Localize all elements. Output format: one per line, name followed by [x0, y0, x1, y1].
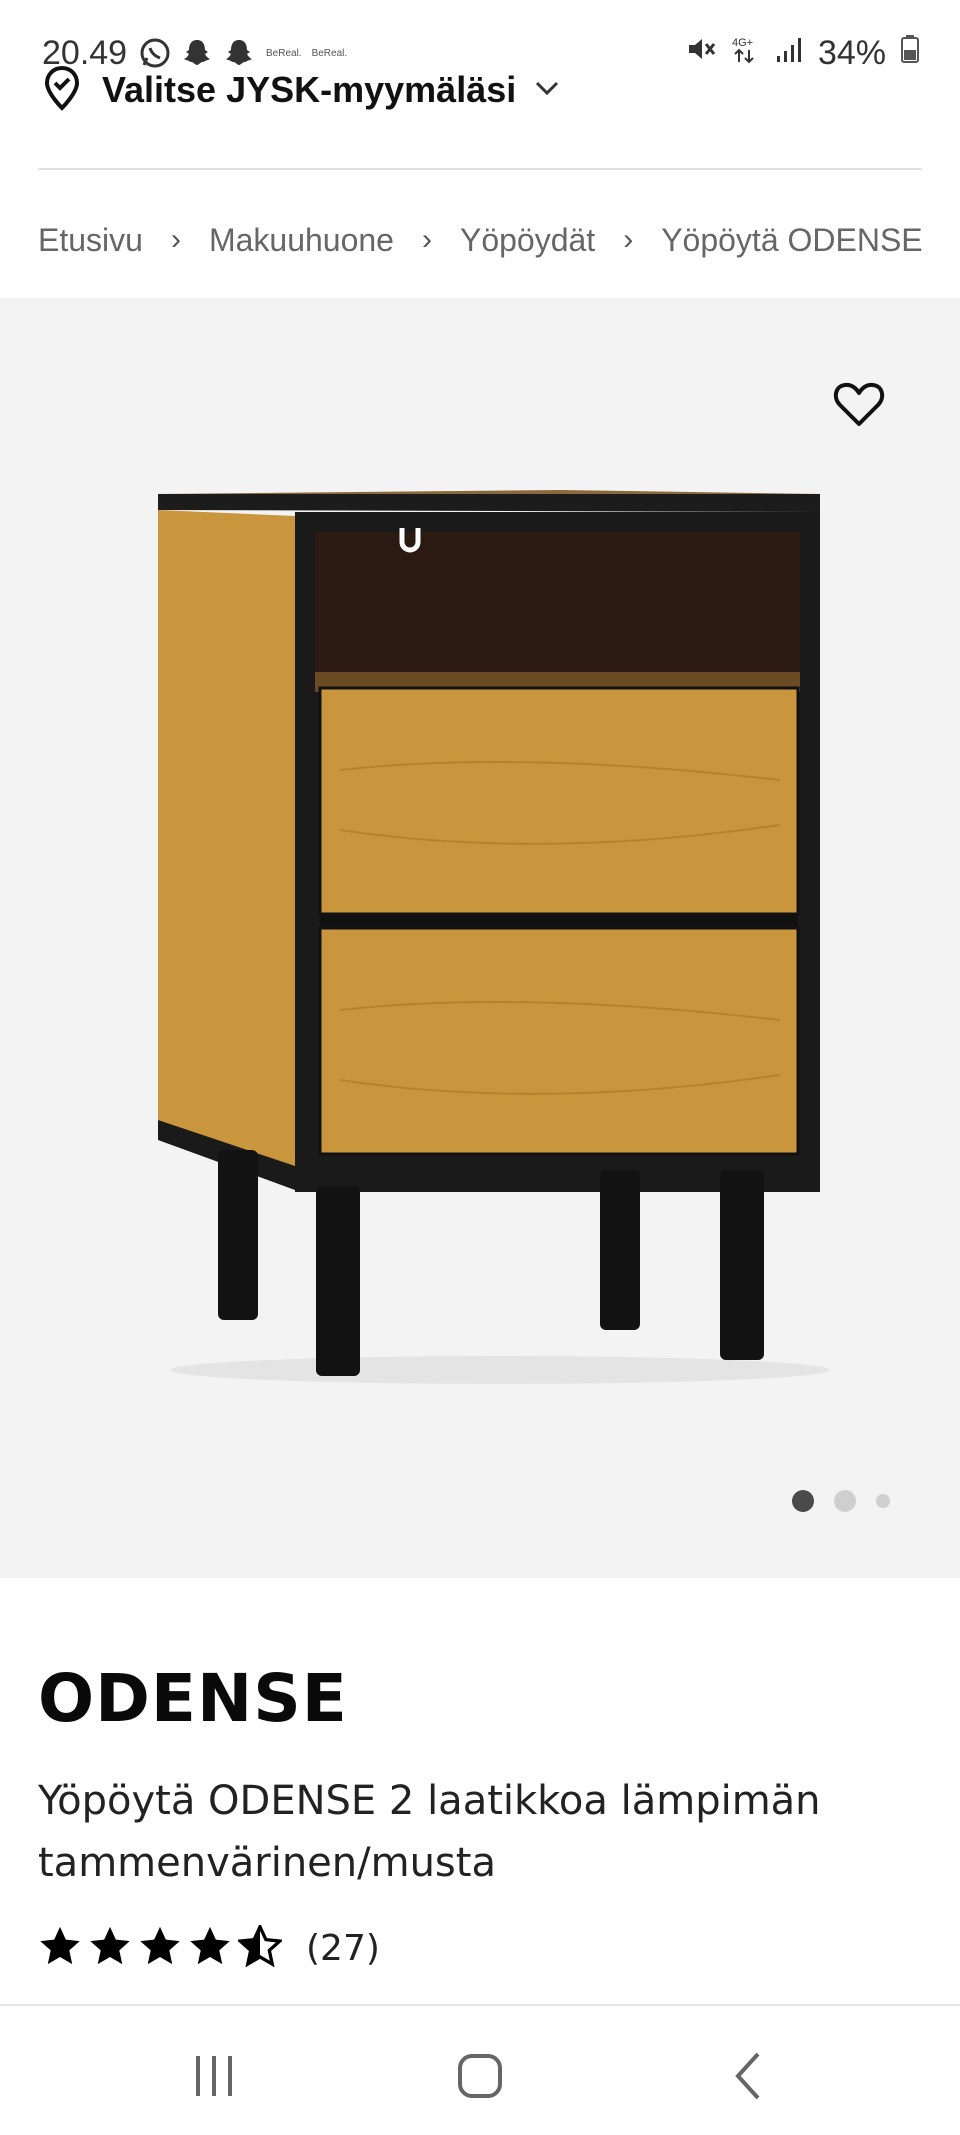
bereal-label: BeReal.	[311, 47, 348, 59]
battery-icon	[900, 34, 920, 73]
breadcrumb-link[interactable]: Etusivu	[38, 222, 143, 259]
chevron-right-icon: ›	[421, 223, 432, 256]
system-icons: 4G+ 34%	[686, 34, 920, 73]
home-icon[interactable]	[450, 2046, 510, 2106]
battery-percent: 34%	[817, 34, 886, 72]
svg-text:4G+: 4G+	[732, 37, 753, 49]
recent-apps-icon[interactable]	[184, 2046, 244, 2106]
store-label: Valitse JYSK-myymäläsi	[102, 69, 517, 110]
pagination-dot-active[interactable]	[792, 1490, 814, 1512]
star-half-icon	[236, 1922, 284, 1971]
signal-icon	[774, 34, 804, 73]
product-rating[interactable]: (27)	[38, 1922, 380, 1971]
system-navigation-bar	[0, 2004, 960, 2135]
review-count[interactable]: (27)	[306, 1928, 380, 1969]
location-pin-icon	[40, 64, 84, 116]
star-full-icon	[188, 1925, 232, 1971]
star-full-icon	[138, 1925, 182, 1971]
chevron-right-icon: ›	[623, 223, 634, 256]
divider	[38, 168, 922, 170]
star-full-icon	[38, 1925, 82, 1971]
back-icon[interactable]	[720, 2046, 780, 2106]
product-title: ODENSE	[38, 1660, 348, 1737]
product-image	[120, 470, 840, 1390]
network-4g-icon: 4G+	[730, 34, 760, 73]
pagination-dot[interactable]	[876, 1494, 890, 1508]
wishlist-heart-icon[interactable]	[832, 380, 886, 428]
breadcrumb-current[interactable]: Yöpöytä ODENSE	[661, 222, 922, 259]
chevron-right-icon: ›	[170, 223, 181, 256]
store-selector[interactable]: Valitse JYSK-myymäläsi	[40, 60, 560, 120]
pagination-dot[interactable]	[834, 1490, 856, 1512]
breadcrumb-link[interactable]: Makuuhuone	[209, 222, 394, 259]
mute-icon	[686, 34, 716, 73]
bereal-label: BeReal.	[266, 47, 302, 59]
star-full-icon	[88, 1925, 132, 1971]
chevron-down-icon	[534, 78, 560, 102]
breadcrumb: Etusivu › Makuuhuone › Yöpöydät › Yöpöyt…	[38, 210, 922, 270]
product-subtitle: Yöpöytä ODENSE 2 laatikkoa lämpimän tamm…	[38, 1778, 821, 1886]
gallery-pagination	[792, 1490, 890, 1512]
breadcrumb-link[interactable]: Yöpöydät	[460, 222, 595, 259]
